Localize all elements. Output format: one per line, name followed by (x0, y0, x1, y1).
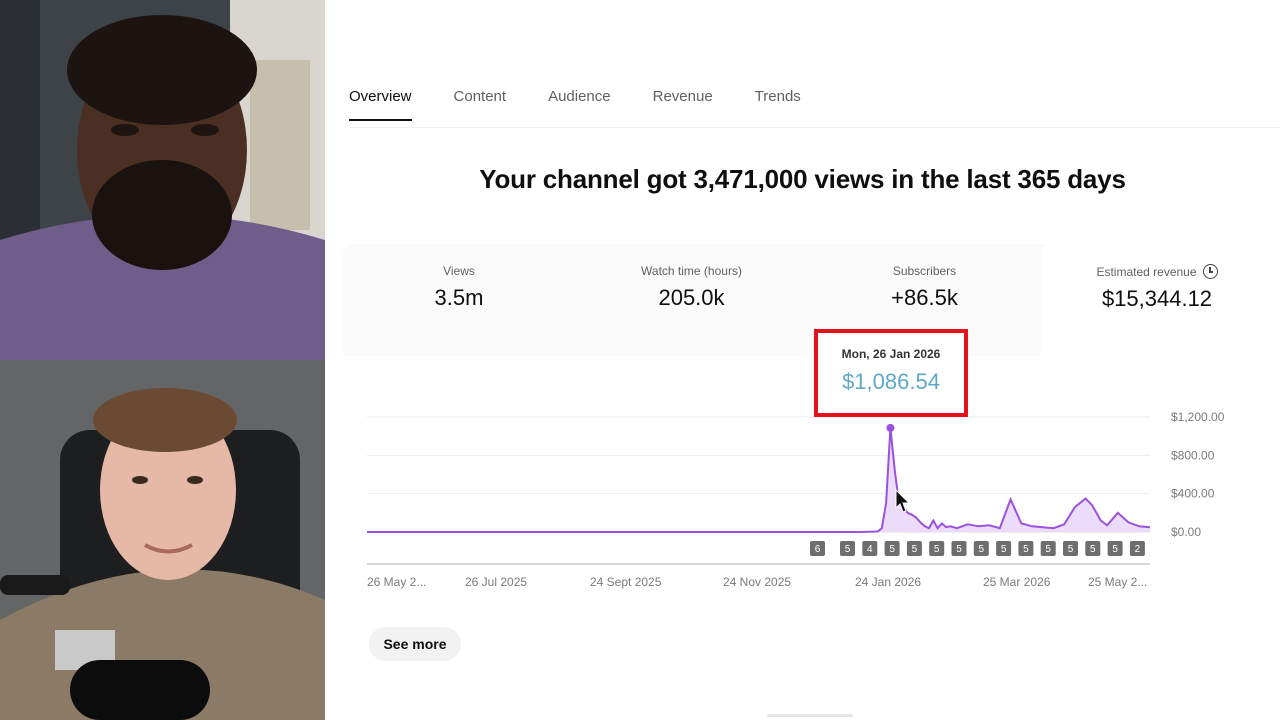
x-tick-label: 24 Jan 2026 (855, 575, 921, 589)
x-tick-label: 26 May 2... (367, 575, 426, 589)
y-tick-label: $1,200.00 (1171, 410, 1225, 424)
video-marker-count: 5 (1090, 544, 1096, 555)
y-tick-label: $400.00 (1171, 487, 1215, 501)
participant-2-video (0, 360, 325, 720)
see-more-button[interactable]: See more (369, 627, 461, 661)
video-marker-count: 5 (845, 544, 851, 555)
video-marker-count: 5 (1112, 544, 1118, 555)
tooltip-date: Mon, 26 Jan 2026 (841, 347, 941, 361)
video-marker-count: 5 (1023, 544, 1029, 555)
x-tick-label: 25 May 2... (1088, 575, 1147, 589)
video-marker-count: 5 (912, 544, 918, 555)
series-area (367, 427, 1150, 532)
video-marker-count: 5 (1068, 544, 1074, 555)
x-tick-label: 25 Mar 2026 (983, 575, 1051, 589)
channel-analytics-panel: Overview Content Audience Revenue Trends… (325, 0, 1280, 720)
chart-tooltip-highlight: Mon, 26 Jan 2026 $1,086.54 (814, 329, 968, 417)
video-marker-count: 5 (934, 544, 940, 555)
tooltip-value: $1,086.54 (842, 369, 940, 394)
video-marker-count: 5 (1045, 544, 1051, 555)
video-marker-count: 2 (1135, 544, 1141, 555)
x-tick-label: 24 Nov 2025 (723, 575, 791, 589)
y-tick-label: $0.00 (1171, 525, 1201, 539)
video-marker-count: 5 (1001, 544, 1007, 555)
highlight-point (886, 423, 895, 432)
series-line (367, 427, 1151, 533)
video-marker-count: 4 (867, 544, 873, 555)
video-marker-count: 5 (956, 544, 962, 555)
x-tick-label: 26 Jul 2025 (465, 575, 527, 589)
webcam-participant-1 (0, 0, 325, 360)
participant-1-video (0, 0, 325, 360)
scroll-indicator (767, 714, 853, 717)
video-marker-count: 5 (889, 544, 895, 555)
revenue-chart[interactable]: $1,200.00 $800.00 $400.00 $0.00 6 5 4 5 5 5 5 5 5 5 5 5… (325, 0, 1280, 720)
y-tick-label: $800.00 (1171, 448, 1215, 462)
webcam-participant-2 (0, 360, 325, 720)
x-tick-label: 24 Sept 2025 (590, 575, 662, 589)
video-marker-count: 6 (815, 544, 821, 555)
video-marker-count: 5 (979, 544, 985, 555)
